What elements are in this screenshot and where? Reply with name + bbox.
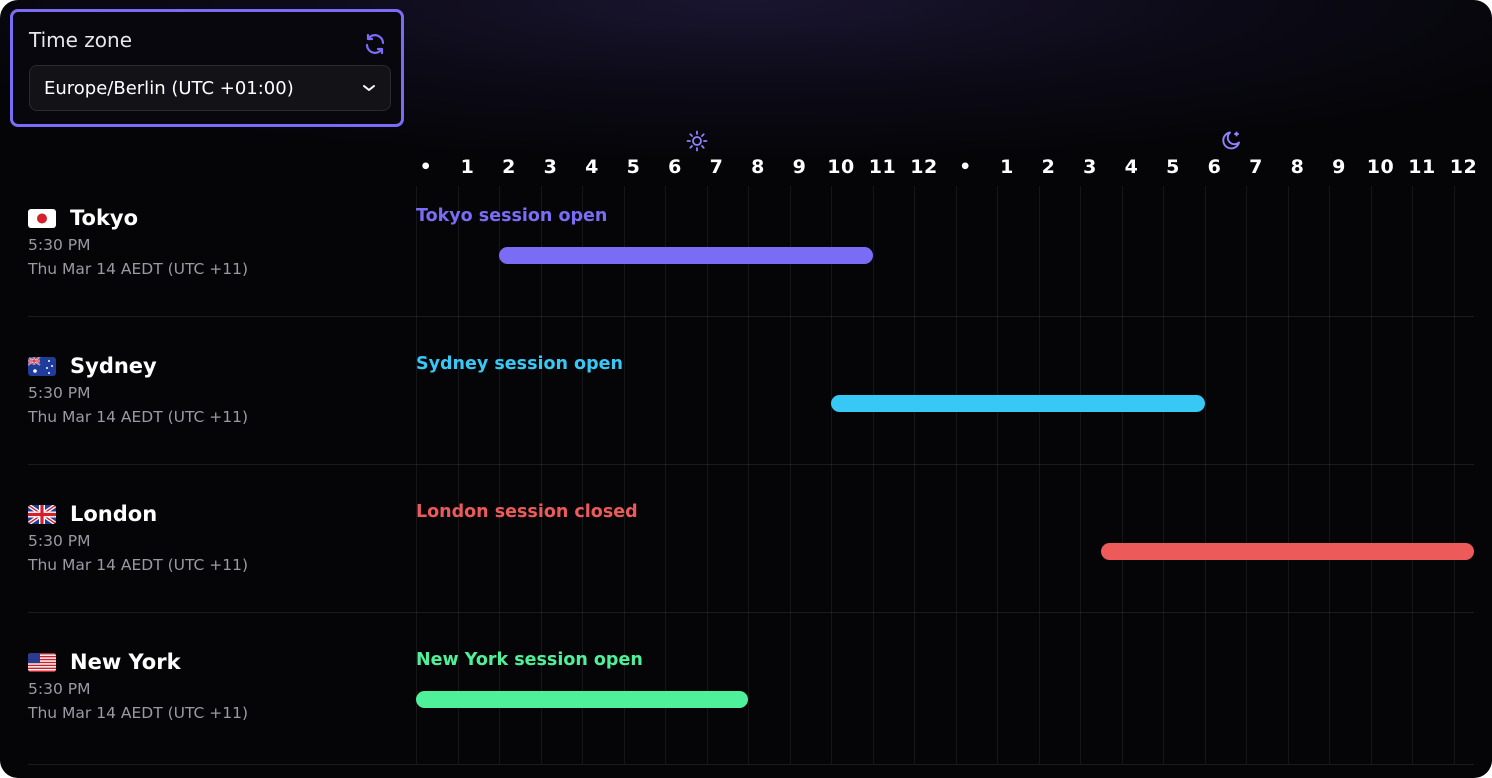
uk-flag-icon — [28, 505, 56, 524]
hour-label: 7 — [709, 156, 724, 178]
city-name: Tokyo — [70, 206, 139, 230]
hour-label: 7 — [1249, 156, 1263, 178]
grid-line — [582, 186, 583, 764]
row-divider — [28, 764, 1474, 765]
hour-label: 12 — [1449, 156, 1478, 178]
hour-label: 10 — [827, 156, 855, 178]
hour-label: 12 — [910, 156, 938, 178]
timezone-select[interactable]: Europe/Berlin (UTC +01:00) — [29, 65, 391, 111]
row-divider — [28, 464, 1474, 465]
hour-label: 3 — [543, 156, 558, 178]
hour-label: 8 — [1290, 156, 1305, 178]
japan-flag-icon — [28, 209, 56, 228]
grid-line — [540, 186, 542, 764]
hour-label: 5 — [1166, 156, 1180, 178]
hour-label: 2 — [502, 156, 516, 178]
grid-line — [1163, 186, 1164, 764]
hour-label: 4 — [1124, 156, 1139, 178]
session-status: Sydney session open — [416, 354, 623, 374]
timezone-select-value: Europe/Berlin (UTC +01:00) — [44, 78, 294, 99]
city-date: Thu Mar 14 AEDT (UTC +11) — [28, 556, 249, 574]
city-date: Thu Mar 14 AEDT (UTC +11) — [28, 704, 249, 722]
hour-label: • — [419, 156, 433, 178]
refresh-icon[interactable] — [363, 32, 387, 56]
grid-line — [1329, 186, 1330, 764]
hour-label: 6 — [1207, 156, 1222, 178]
session-bar-newyork — [416, 691, 748, 708]
grid-line — [1080, 186, 1081, 764]
city-time: 5:30 PM — [28, 532, 91, 550]
usa-flag-icon — [28, 653, 56, 672]
city-time: 5:30 PM — [28, 384, 91, 402]
session-status: Tokyo session open — [416, 206, 608, 226]
sun-icon — [686, 130, 708, 152]
grid-line — [748, 186, 749, 764]
hour-label: 5 — [626, 156, 641, 178]
grid-line — [1370, 186, 1372, 764]
city-name: Sydney — [70, 354, 157, 378]
row-divider — [28, 316, 1474, 317]
grid-line — [1204, 186, 1206, 764]
hour-label: 1 — [460, 156, 475, 178]
moon-icon — [1222, 131, 1240, 150]
grid-line — [955, 186, 957, 764]
row-divider — [28, 612, 1474, 613]
city-date: Thu Mar 14 AEDT (UTC +11) — [28, 408, 249, 426]
grid-line — [831, 186, 832, 764]
hour-label: 9 — [792, 156, 807, 178]
session-bar-tokyo — [499, 247, 873, 264]
timezone-label: Time zone — [29, 28, 133, 52]
hour-label: 11 — [1408, 156, 1436, 178]
hour-label: 1 — [1000, 156, 1014, 178]
chevron-down-icon — [363, 85, 375, 91]
grid-line — [789, 186, 791, 764]
grid-line — [1038, 186, 1040, 764]
grid-line — [997, 186, 998, 764]
grid-line — [914, 186, 915, 764]
city-name: London — [70, 502, 158, 526]
grid-line — [872, 186, 874, 764]
grid-line — [457, 186, 459, 764]
hour-label: 4 — [585, 156, 599, 178]
grid-line — [706, 186, 708, 764]
session-bar-sydney — [831, 395, 1205, 412]
hour-label: 8 — [751, 156, 765, 178]
hour-label: 6 — [668, 156, 682, 178]
timezone-card: Time zone Europe/Berlin (UTC +01:00) — [10, 9, 404, 127]
grid-line — [1412, 186, 1413, 764]
grid-line — [1287, 186, 1289, 764]
grid-line — [623, 186, 625, 764]
grid-line — [1246, 186, 1247, 764]
session-status: New York session open — [416, 650, 643, 670]
grid-line — [1453, 186, 1455, 764]
session-status: London session closed — [416, 502, 638, 522]
market-hours-panel: Time zone Europe/Berlin (UTC +01:00) • 1 2… — [0, 0, 1492, 778]
hour-label: 3 — [1083, 156, 1097, 178]
city-time: 5:30 PM — [28, 680, 91, 698]
city-date: Thu Mar 14 AEDT (UTC +11) — [28, 260, 249, 278]
city-name: New York — [70, 650, 181, 674]
grid-line — [416, 186, 417, 764]
hour-label: 9 — [1332, 156, 1346, 178]
grid-line — [499, 186, 500, 764]
australia-flag-icon — [28, 357, 56, 376]
hour-label: 2 — [1041, 156, 1056, 178]
city-time: 5:30 PM — [28, 236, 91, 254]
hour-label: 11 — [868, 156, 897, 178]
session-bar-london — [1100, 543, 1474, 560]
grid-line — [665, 186, 666, 764]
grid-line — [1121, 186, 1123, 764]
hour-label: 10 — [1366, 156, 1395, 178]
hour-label: • — [959, 156, 972, 178]
